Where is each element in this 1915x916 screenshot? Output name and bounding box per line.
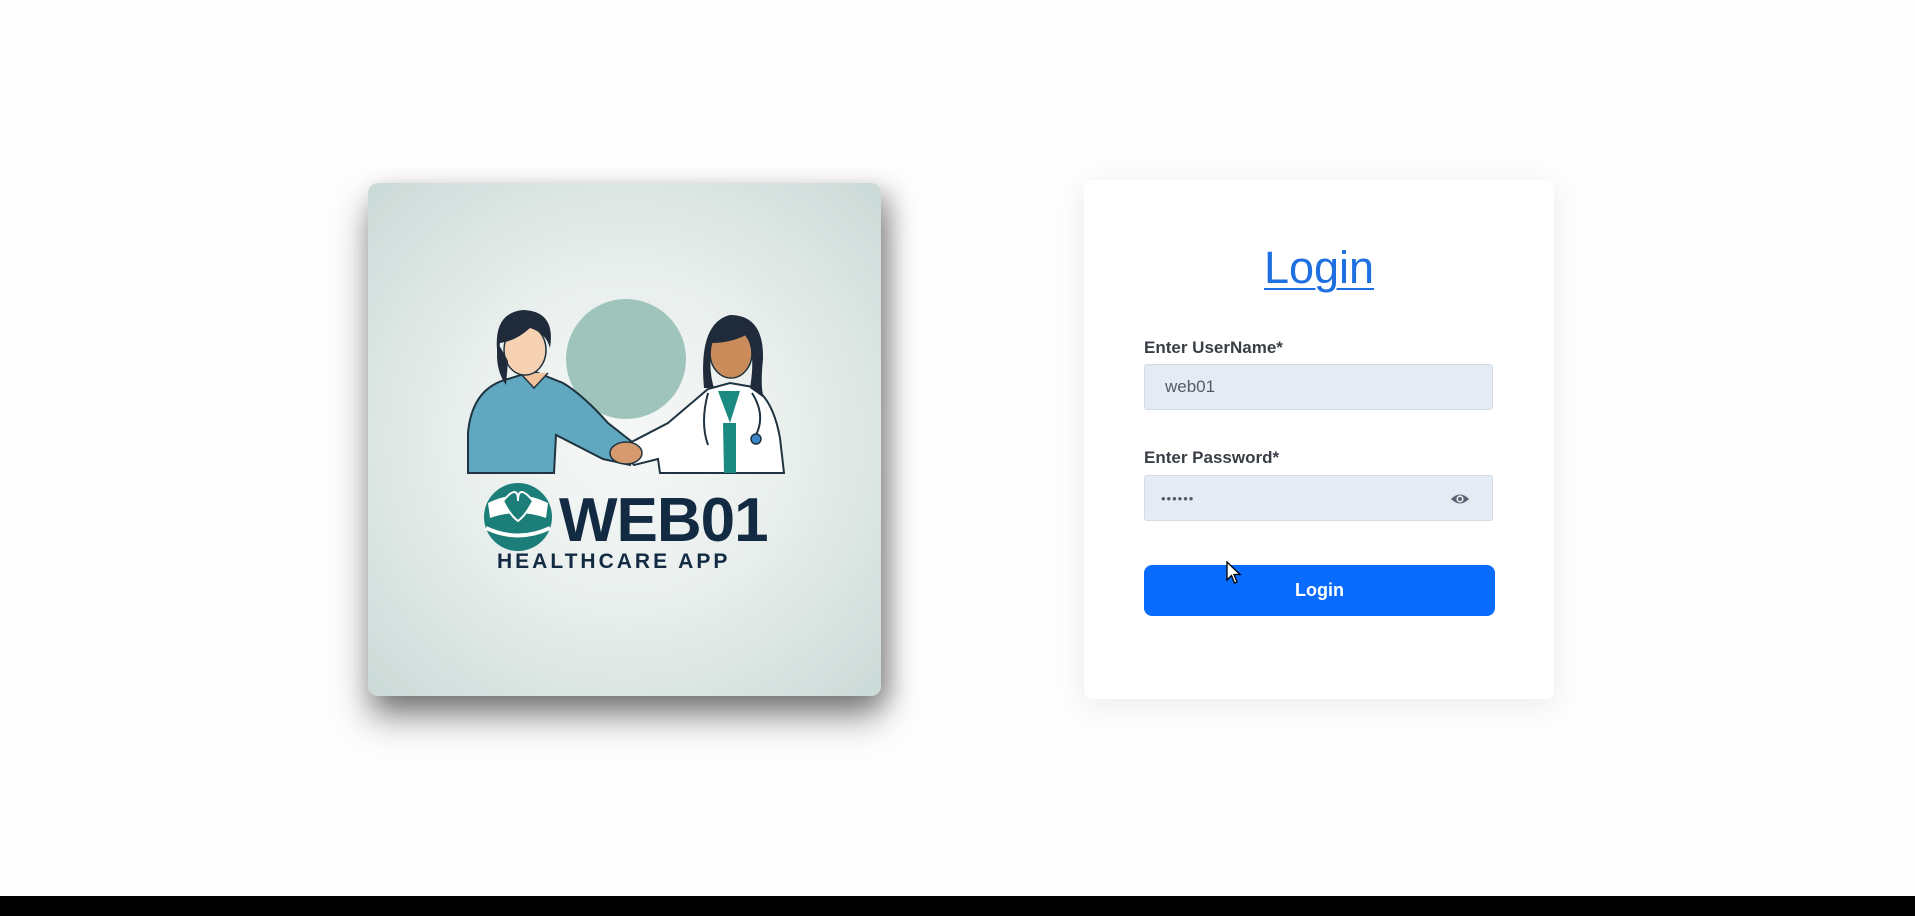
logo-title: WEB01 <box>559 486 769 555</box>
eye-icon[interactable] <box>1450 489 1470 509</box>
logo-card: WEB01 HEALTHCARE APP <box>368 183 881 696</box>
logo-subtitle: HEALTHCARE APP <box>497 550 731 573</box>
bottom-bar <box>0 896 1915 916</box>
password-input[interactable] <box>1145 476 1492 520</box>
login-heading-link[interactable]: Login <box>1084 242 1554 294</box>
password-label: Enter Password* <box>1144 448 1280 467</box>
heart-hands-logo-icon <box>484 483 552 551</box>
username-input[interactable] <box>1145 365 1492 409</box>
mouse-cursor-icon <box>1226 561 1242 584</box>
login-card: Login Enter UserName* Enter Password* Lo… <box>1084 180 1554 699</box>
login-button[interactable]: Login <box>1144 565 1495 616</box>
password-field-wrapper <box>1144 475 1493 521</box>
username-label: Enter UserName* <box>1144 338 1283 357</box>
username-field-wrapper <box>1144 364 1493 410</box>
